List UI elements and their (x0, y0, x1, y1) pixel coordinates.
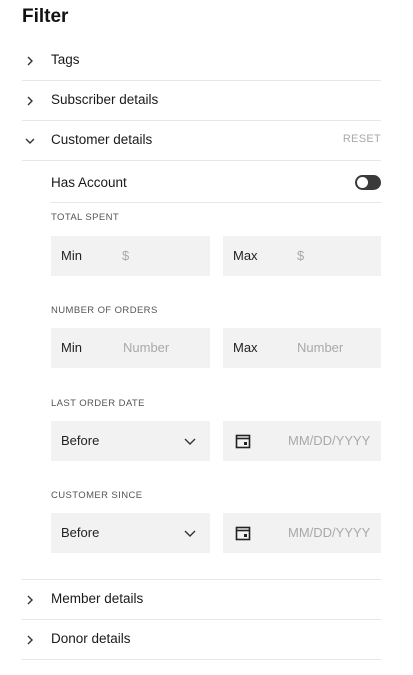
section-donor-label: Donor details (51, 631, 131, 646)
has-account-label: Has Account (51, 175, 127, 190)
section-member-details[interactable]: Member details (22, 580, 381, 620)
last-order-date-caption: LAST ORDER DATE (51, 398, 145, 409)
section-customer-details[interactable]: Customer details RESET (22, 121, 381, 161)
section-subscriber-details[interactable]: Subscriber details (22, 81, 381, 121)
date-placeholder: MM/DD/YYYY (288, 525, 371, 540)
has-account-toggle[interactable] (355, 175, 381, 190)
total-spent-caption: TOTAL SPENT (51, 212, 120, 223)
select-value: Before (61, 433, 100, 448)
orders-min-field[interactable]: Min Number (51, 328, 210, 368)
total-spent-min-field[interactable]: Min $ (51, 236, 210, 276)
max-label: Max (233, 340, 258, 355)
min-label: Min (61, 248, 82, 263)
chevron-right-icon (27, 595, 33, 605)
chevron-down-icon (184, 438, 196, 445)
customer-since-condition-select[interactable]: Before (51, 513, 210, 553)
has-account-row: Has Account (51, 163, 381, 203)
date-placeholder: MM/DD/YYYY (288, 433, 371, 448)
max-label: Max (233, 248, 258, 263)
orders-max-field[interactable]: Max Number (223, 328, 381, 368)
chevron-right-icon (27, 96, 33, 106)
max-placeholder: $ (297, 248, 305, 263)
customer-since-caption: CUSTOMER SINCE (51, 490, 143, 501)
section-donor-details[interactable]: Donor details (22, 620, 381, 660)
last-order-condition-select[interactable]: Before (51, 421, 210, 461)
chevron-down-icon (184, 530, 196, 537)
section-tags[interactable]: Tags (22, 41, 381, 81)
number-of-orders-caption: NUMBER OF ORDERS (51, 305, 158, 316)
toggle-knob (357, 177, 368, 188)
section-customer-label: Customer details (51, 132, 153, 147)
min-placeholder: $ (122, 248, 130, 263)
reset-button[interactable]: RESET (343, 133, 381, 145)
customer-since-date-input[interactable]: MM/DD/YYYY (223, 513, 381, 553)
chevron-right-icon (27, 635, 33, 645)
min-label: Min (61, 340, 82, 355)
total-spent-max-field[interactable]: Max $ (223, 236, 381, 276)
section-subscriber-label: Subscriber details (51, 92, 159, 107)
chevron-down-icon (25, 138, 35, 144)
calendar-icon (235, 526, 251, 541)
section-tags-label: Tags (51, 52, 80, 67)
min-placeholder: Number (123, 340, 170, 355)
select-value: Before (61, 525, 100, 540)
max-placeholder: Number (297, 340, 344, 355)
page-title: Filter (22, 6, 69, 27)
last-order-date-input[interactable]: MM/DD/YYYY (223, 421, 381, 461)
chevron-right-icon (27, 56, 33, 66)
calendar-icon (235, 434, 251, 449)
section-member-label: Member details (51, 591, 144, 606)
